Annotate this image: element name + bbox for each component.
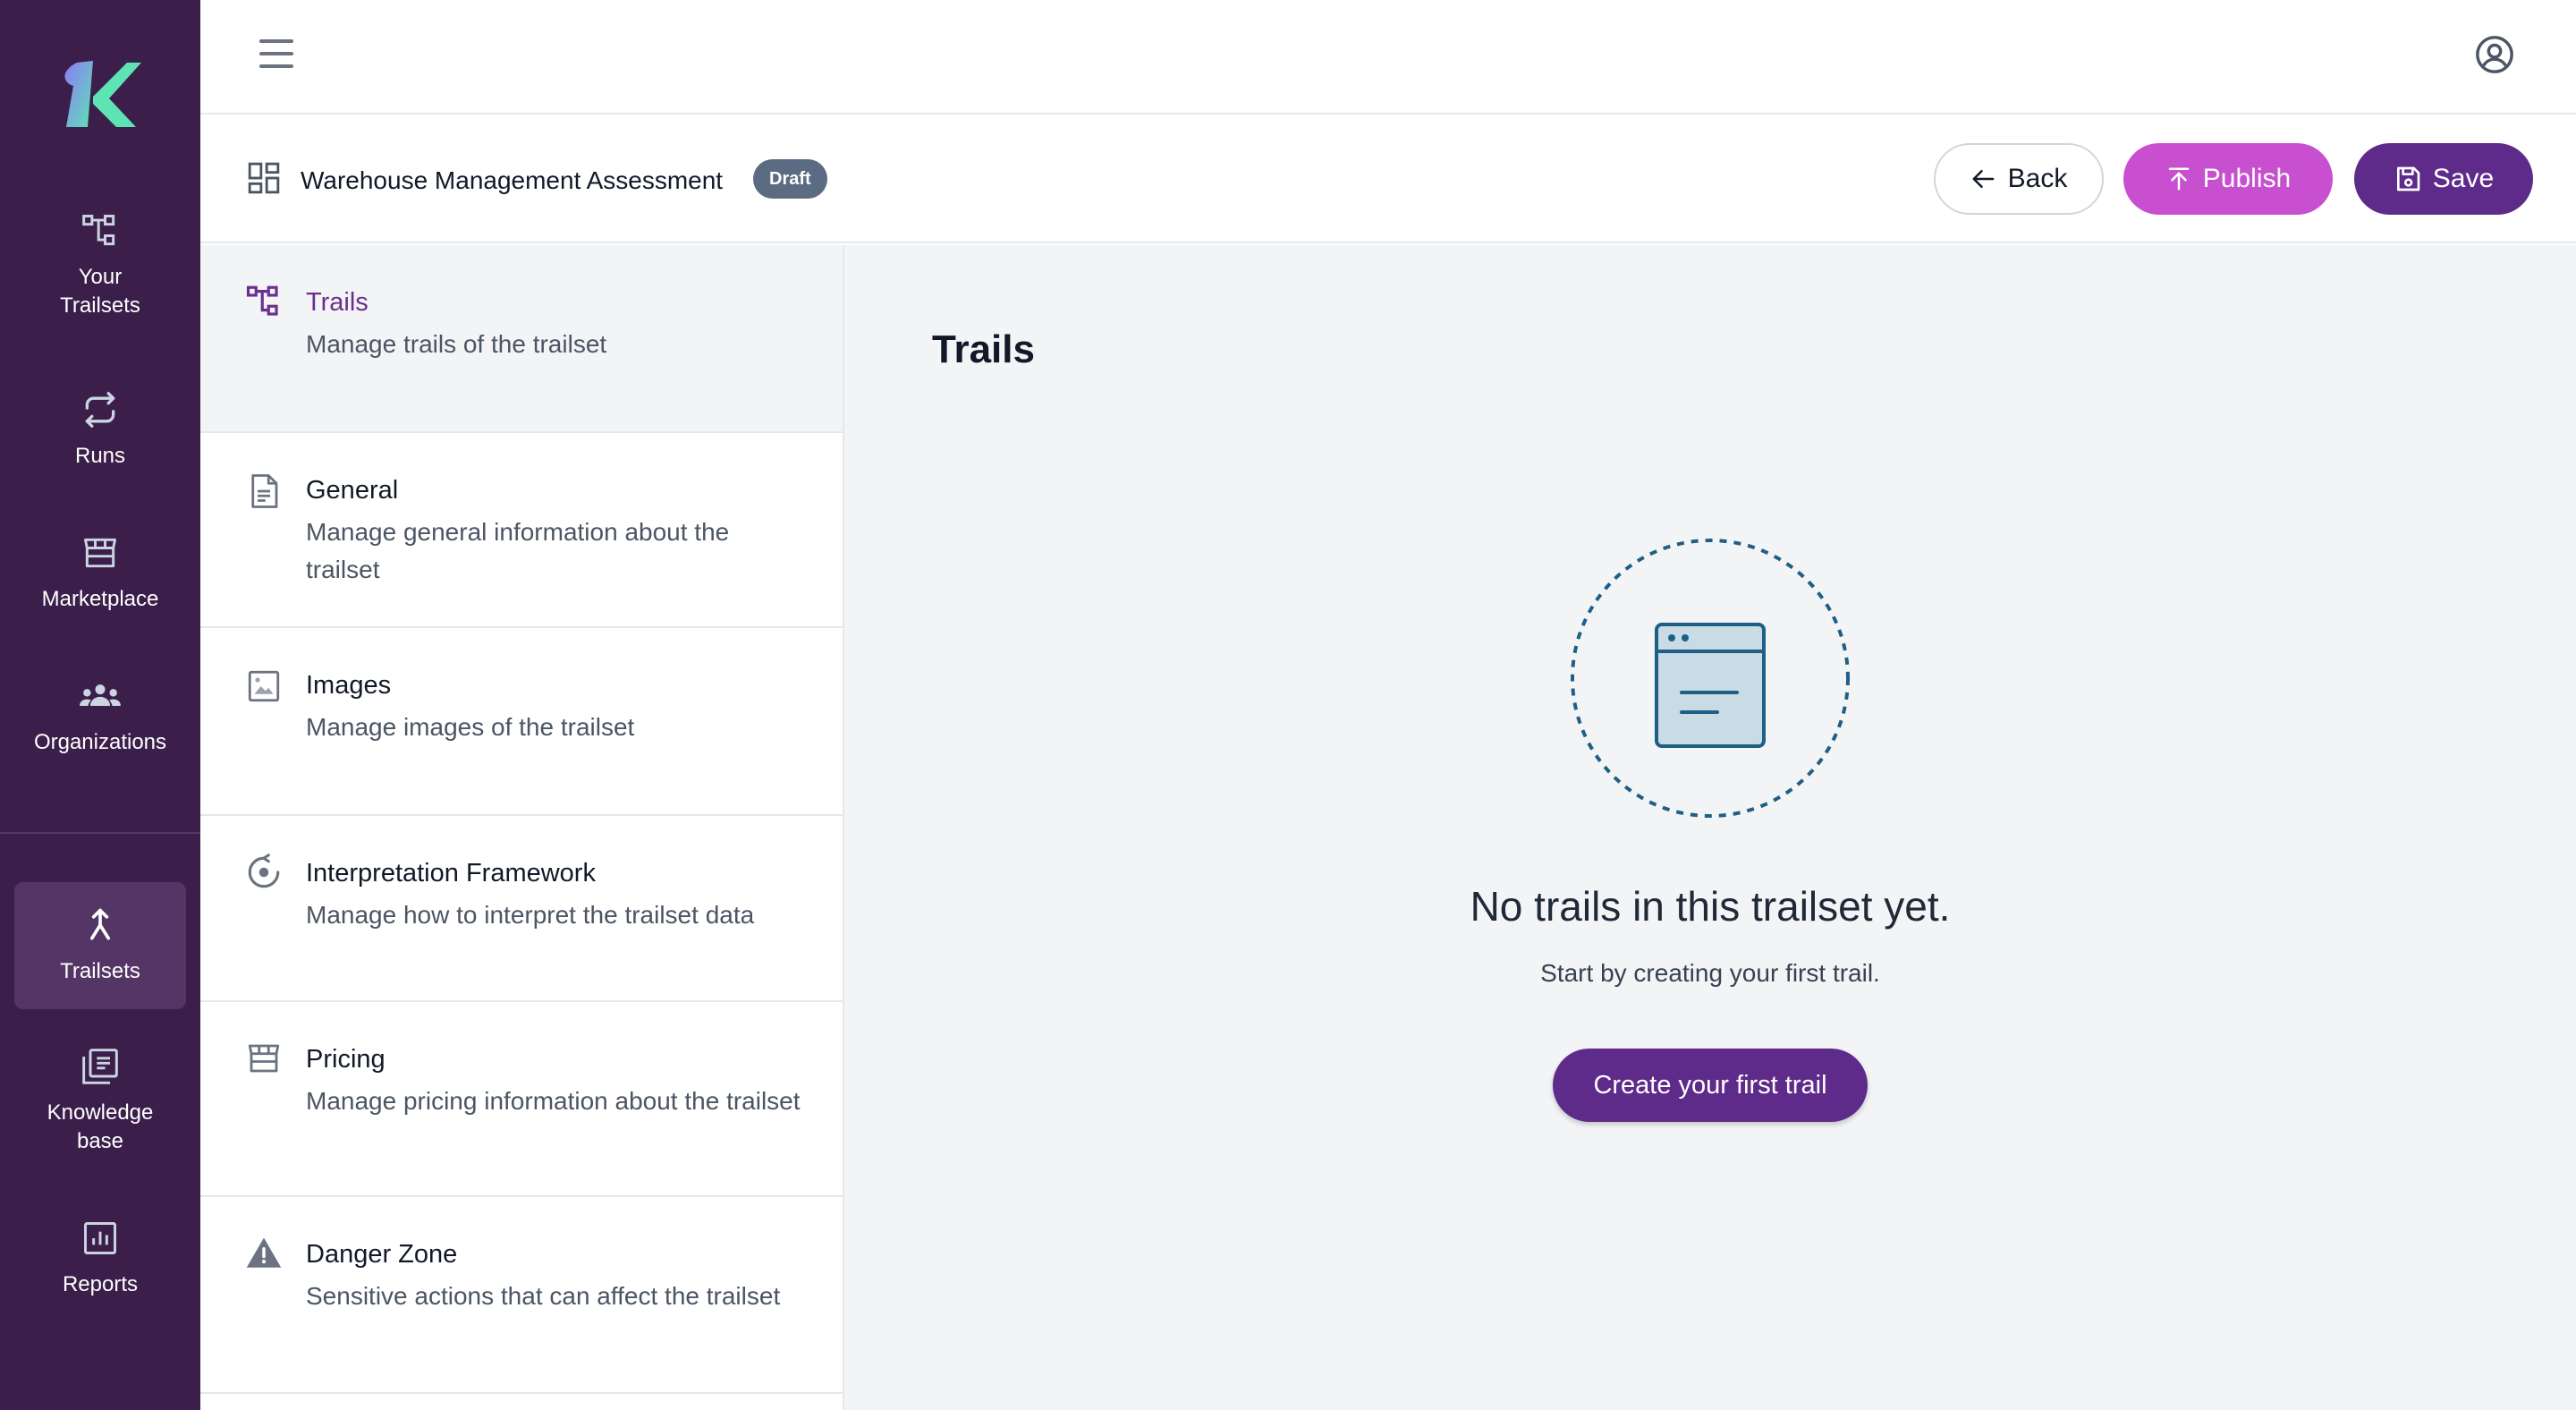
warning-icon xyxy=(246,1237,282,1268)
rail-item-organizations[interactable]: Organizations xyxy=(14,676,186,775)
rail-item-your-trailsets[interactable]: Your Trailsets xyxy=(14,211,186,345)
settings-item-name: Trails xyxy=(306,288,369,317)
settings-item-desc: Manage how to interpret the trailset dat… xyxy=(306,901,755,929)
settings-item-name: General xyxy=(306,476,399,505)
top-header xyxy=(200,0,2576,115)
empty-state-browser-icon xyxy=(1571,539,1850,818)
settings-item-images[interactable]: Images Manage images of the trailset xyxy=(200,628,843,816)
settings-item-desc: Manage images of the trailset xyxy=(306,713,635,741)
rail-item-marketplace[interactable]: Marketplace xyxy=(14,533,186,632)
dashboard-icon xyxy=(248,162,280,194)
hamburger-icon xyxy=(259,39,293,43)
hierarchy-icon xyxy=(82,215,115,246)
group-icon xyxy=(80,684,121,706)
main-content: Trails No trails in this trailset yet. S… xyxy=(844,245,2576,1410)
settings-item-desc: Manage trails of the trailset xyxy=(306,330,607,358)
settings-item-trails[interactable]: Trails Manage trails of the trailset xyxy=(200,245,843,433)
hierarchy-icon xyxy=(246,285,278,316)
trailset-titlebar: Warehouse Management Assessment Draft Ba… xyxy=(200,116,2576,243)
page-title: Trails xyxy=(932,327,1035,371)
settings-item-pricing[interactable]: Pricing Manage pricing information about… xyxy=(200,1002,843,1197)
arrow-left-icon xyxy=(1972,170,1994,188)
empty-state-subtitle: Start by creating your first trail. xyxy=(1540,959,1880,987)
repeat-icon xyxy=(85,392,115,428)
app-logo[interactable] xyxy=(57,55,143,132)
hamburger-icon xyxy=(259,64,293,68)
image-icon xyxy=(248,670,280,702)
settings-item-desc: Manage pricing information about the tra… xyxy=(306,1087,801,1115)
document-icon xyxy=(251,474,278,508)
back-button[interactable]: Back xyxy=(1934,143,2104,215)
merge-arrow-icon xyxy=(90,908,110,940)
settings-item-name: Interpretation Framework xyxy=(306,859,596,888)
interpret-icon xyxy=(248,854,280,888)
publish-label: Publish xyxy=(2202,164,2292,193)
rail-item-label: Organizations xyxy=(33,730,167,754)
settings-item-desc: Manage general information about the tra… xyxy=(306,518,730,583)
rail-item-knowledge-base[interactable]: Knowledge base xyxy=(14,1047,186,1181)
trailset-title: Warehouse Management Assessment xyxy=(301,166,724,194)
settings-item-interpretation-framework[interactable]: Interpretation Framework Manage how to i… xyxy=(200,816,843,1002)
settings-item-name: Images xyxy=(306,671,392,700)
library-icon xyxy=(82,1049,118,1084)
upload-icon xyxy=(2168,167,2190,191)
rail-item-label: Runs xyxy=(74,444,126,468)
rail-item-label: Reports xyxy=(62,1272,139,1296)
floppy-disk-icon xyxy=(2396,166,2420,191)
settings-item-name: Danger Zone xyxy=(306,1240,458,1269)
settings-item-general[interactable]: General Manage general information about… xyxy=(200,433,843,628)
back-label: Back xyxy=(2007,164,2068,193)
store-icon xyxy=(84,538,116,568)
rail-item-reports[interactable]: Reports xyxy=(14,1219,186,1317)
report-icon xyxy=(84,1222,116,1254)
rail-item-trailsets[interactable]: Trailsets xyxy=(14,882,186,1009)
save-button[interactable]: Save xyxy=(2354,143,2533,215)
rail-item-label: Knowledge base xyxy=(47,1100,154,1153)
save-label: Save xyxy=(2432,164,2495,193)
rail-item-label: Marketplace xyxy=(41,587,159,611)
status-badge: Draft xyxy=(753,159,827,199)
settings-item-danger-zone[interactable]: Danger Zone Sensitive actions that can a… xyxy=(200,1197,843,1394)
rail-divider xyxy=(0,832,200,834)
menu-toggle-button[interactable] xyxy=(259,39,297,75)
create-first-trail-button[interactable]: Create your first trail xyxy=(1553,1049,1868,1122)
hamburger-icon xyxy=(259,52,293,55)
rail-item-runs[interactable]: Runs xyxy=(14,390,186,488)
rail-item-label: Your Trailsets xyxy=(60,265,140,318)
settings-item-desc: Sensitive actions that can affect the tr… xyxy=(306,1282,781,1310)
publish-button[interactable]: Publish xyxy=(2123,143,2333,215)
settings-nav: Trails Manage trails of the trailset Gen… xyxy=(200,245,844,1410)
app-root: Your Trailsets Runs Marketplace Organiza… xyxy=(0,0,2576,1410)
empty-state-title: No trails in this trailset yet. xyxy=(1470,883,1951,930)
rail-item-label: Trailsets xyxy=(60,959,140,983)
settings-item-name: Pricing xyxy=(306,1045,386,1074)
left-rail: Your Trailsets Runs Marketplace Organiza… xyxy=(0,0,200,1410)
account-icon[interactable] xyxy=(2474,34,2515,75)
store-icon xyxy=(248,1044,280,1073)
